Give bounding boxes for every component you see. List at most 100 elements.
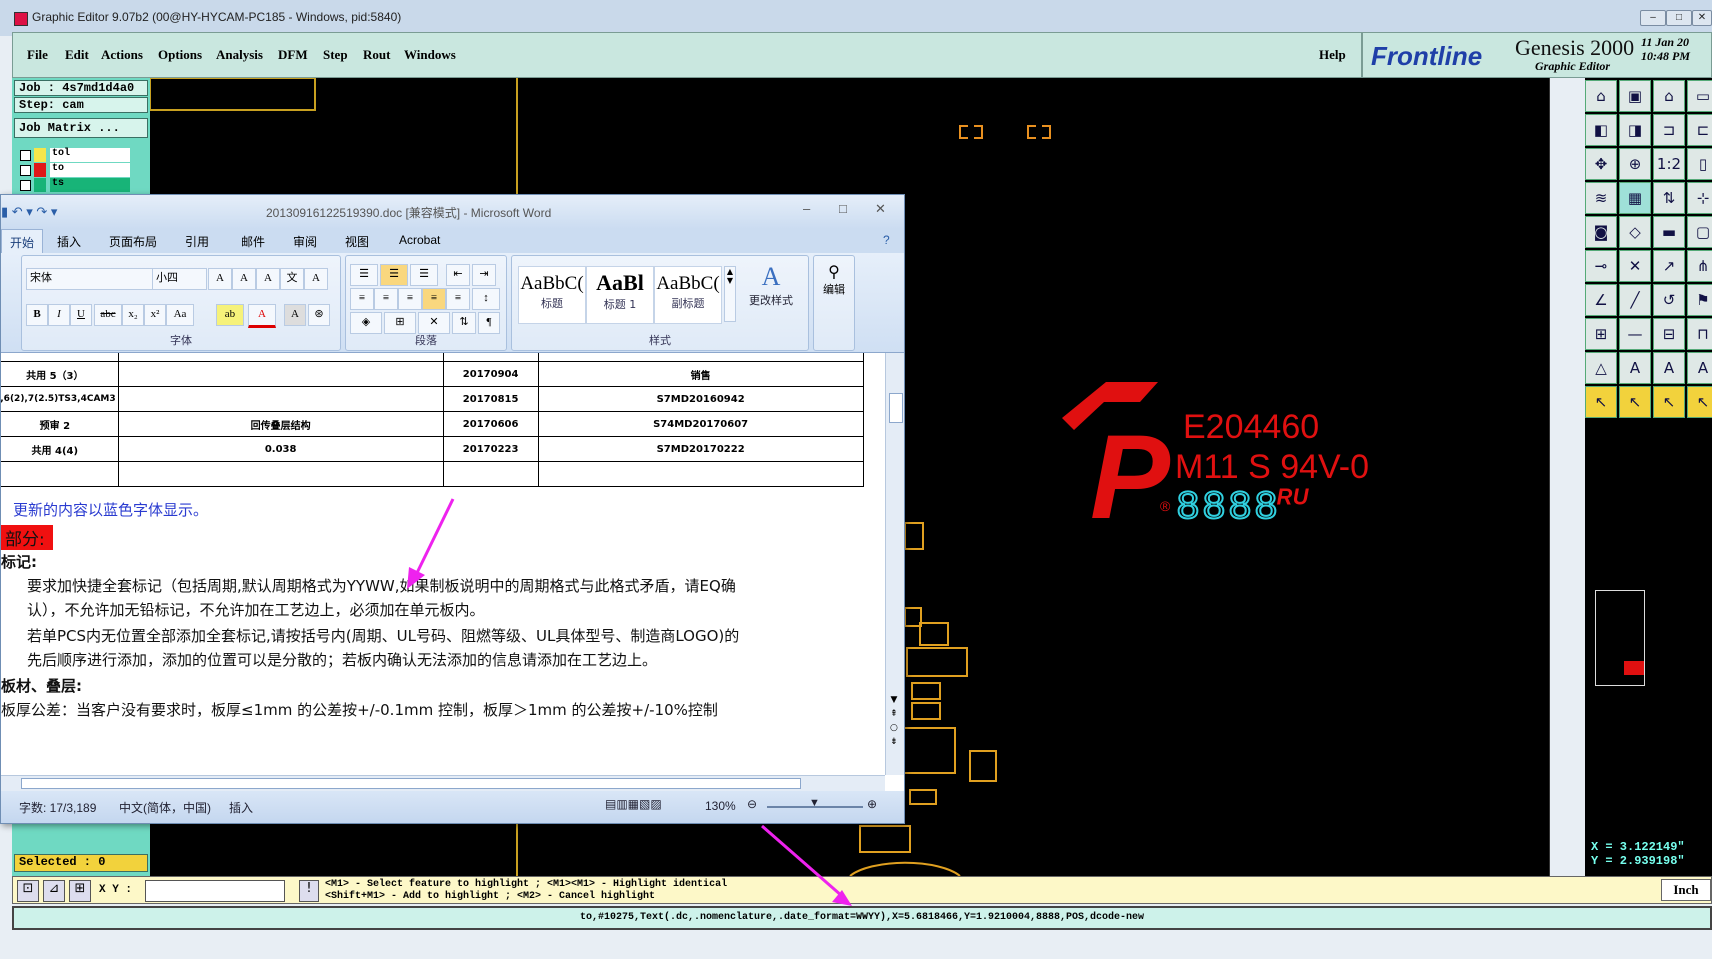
underline-icon[interactable]: U xyxy=(70,304,92,326)
tab-review[interactable]: 审阅 xyxy=(293,233,317,250)
decrease-indent-icon[interactable]: ⇤ xyxy=(446,264,470,286)
distribute-icon[interactable]: ≡ xyxy=(446,288,470,310)
borders-icon[interactable]: ⊞ xyxy=(384,312,416,334)
pointer-box-icon[interactable]: ↖ xyxy=(1653,386,1685,418)
style-title[interactable]: AaBbC(标题 xyxy=(518,266,586,324)
route-icon[interactable]: ↗ xyxy=(1653,250,1685,282)
shading-icon[interactable]: ◈ xyxy=(350,312,382,334)
char-border-icon[interactable]: A xyxy=(304,268,328,290)
document-area[interactable]: 共用 5（3） 20170904 销售 5,6(2),7(2.5)TS3,4CAM3… xyxy=(1,353,885,775)
clear-format-icon[interactable]: A xyxy=(256,268,280,290)
grid-icon[interactable]: ▦ xyxy=(1619,182,1651,214)
horizontal-scrollbar[interactable] xyxy=(1,775,885,791)
grid-snap-icon[interactable]: ⊞ xyxy=(69,880,91,902)
menu-help[interactable]: Help xyxy=(1319,47,1346,63)
arc-icon[interactable]: ↺ xyxy=(1653,284,1685,316)
char-shading-icon[interactable]: A xyxy=(284,304,306,326)
dimension-icon[interactable]: ⊟ xyxy=(1653,318,1685,350)
layer-checkbox[interactable] xyxy=(20,150,31,161)
close-button[interactable]: ✕ xyxy=(1692,10,1712,26)
minimize-button[interactable]: – xyxy=(1640,10,1666,26)
change-case-icon[interactable]: Aa xyxy=(166,304,194,326)
scroll-thumb[interactable] xyxy=(889,393,903,423)
show-marks-icon[interactable]: ¶ xyxy=(478,312,500,334)
panel-icon[interactable]: ▯ xyxy=(1687,148,1712,180)
xy-input[interactable] xyxy=(145,880,285,902)
flag-icon[interactable]: ⚑ xyxy=(1687,284,1712,316)
shrink-font-icon[interactable]: A xyxy=(232,268,256,290)
tab-view[interactable]: 视图 xyxy=(345,233,369,250)
ruler-icon[interactable]: ▬ xyxy=(1653,216,1685,248)
menu-step[interactable]: Step xyxy=(323,47,348,63)
tab-insert[interactable]: 插入 xyxy=(57,233,81,250)
measure-icon[interactable]: ⇅ xyxy=(1653,182,1685,214)
quick-access-toolbar[interactable]: ▮ ↶ ▾ ↷ ▾ xyxy=(1,204,57,220)
menu-file[interactable]: File xyxy=(27,47,48,63)
snap-icon[interactable]: ⊹ xyxy=(1687,182,1712,214)
chinese-layout-icon[interactable]: ✕ xyxy=(418,312,450,334)
zoom-out-icon[interactable]: ⊖ xyxy=(747,797,757,811)
menu-analysis[interactable]: Analysis xyxy=(216,47,263,63)
layers-icon[interactable]: ≋ xyxy=(1585,182,1617,214)
vertical-scrollbar[interactable]: ▼ ⇞ ○ ⇟ xyxy=(885,353,904,775)
numbering-icon[interactable]: ☰ xyxy=(380,264,408,286)
save-icon[interactable]: ▣ xyxy=(1619,80,1651,112)
tab-acrobat[interactable]: Acrobat xyxy=(399,233,440,247)
justify-icon[interactable]: ≡ xyxy=(422,288,446,310)
pointer-icon[interactable]: ↖ xyxy=(1585,386,1617,418)
font-color-icon[interactable]: A xyxy=(248,304,276,328)
menu-rout[interactable]: Rout xyxy=(363,47,390,63)
line-spacing-icon[interactable]: ↕ xyxy=(472,288,500,310)
subscript-icon[interactable]: x₂ xyxy=(122,304,144,326)
pan-left-icon[interactable]: ◧ xyxy=(1585,114,1617,146)
layer-row-tol[interactable]: tol xyxy=(18,148,130,162)
multilevel-icon[interactable]: ☰ xyxy=(410,264,438,286)
menu-dfm[interactable]: DFM xyxy=(278,47,308,63)
tab-layout[interactable]: 页面布局 xyxy=(109,233,157,250)
menu-windows[interactable]: Windows xyxy=(404,47,456,63)
bullets-icon[interactable]: ☰ xyxy=(350,264,378,286)
align-center-icon[interactable]: ≡ xyxy=(374,288,398,310)
text-edit-icon[interactable]: A xyxy=(1687,352,1712,384)
pan-right-icon[interactable]: ◨ xyxy=(1619,114,1651,146)
word-maximize-button[interactable]: □ xyxy=(839,201,847,216)
open-icon[interactable]: ⌂ xyxy=(1585,80,1617,112)
snap-icon[interactable]: ⊡ xyxy=(17,880,39,902)
align-right-icon[interactable]: ≡ xyxy=(398,288,422,310)
home-icon[interactable]: ⌂ xyxy=(1653,80,1685,112)
mark-icon[interactable]: ⊓ xyxy=(1687,318,1712,350)
enclose-char-icon[interactable]: ⊛ xyxy=(308,304,330,326)
triangle-a-icon[interactable]: A xyxy=(1619,352,1651,384)
overview-map[interactable] xyxy=(1595,590,1645,686)
language[interactable]: 中文(简体，中国) xyxy=(119,799,211,816)
insert-mode[interactable]: 插入 xyxy=(229,799,253,816)
view-buttons[interactable]: ▤▥▦▧▨ xyxy=(605,797,662,811)
menu-edit[interactable]: Edit xyxy=(65,47,89,63)
region-icon[interactable]: ▢ xyxy=(1687,216,1712,248)
align-left-icon[interactable]: ≡ xyxy=(350,288,374,310)
sort-icon[interactable]: ⇅ xyxy=(452,312,476,334)
layer-row-to[interactable]: to xyxy=(18,163,130,177)
select-pad-icon[interactable]: ◙ xyxy=(1585,216,1617,248)
hscroll-thumb[interactable] xyxy=(21,778,801,789)
phonetic-icon[interactable]: 文 xyxy=(280,268,304,290)
word-minimize-button[interactable]: – xyxy=(803,201,810,216)
zoom-in-icon[interactable]: ⊕ xyxy=(867,797,877,811)
layer-row-ts[interactable]: ts xyxy=(18,178,130,192)
strikethrough-icon[interactable]: abc xyxy=(94,304,122,326)
zoom-thumb[interactable]: ▼ xyxy=(809,797,820,809)
word-close-button[interactable]: ✕ xyxy=(875,201,886,217)
style-heading-1[interactable]: AaBl 标题 1 xyxy=(586,266,654,324)
window-icon[interactable]: ▭ xyxy=(1687,80,1712,112)
help-icon[interactable]: ? xyxy=(883,233,890,247)
menu-options[interactable]: Options xyxy=(158,47,202,63)
layer-checkbox[interactable] xyxy=(20,165,31,176)
pointer-select-icon[interactable]: ↖ xyxy=(1619,386,1651,418)
units-button[interactable]: Inch xyxy=(1661,879,1711,901)
measure-tool-icon[interactable]: ⊿ xyxy=(43,880,65,902)
frame-icon[interactable]: ⊏ xyxy=(1687,114,1712,146)
font-name-select[interactable]: 宋体 xyxy=(26,268,155,290)
minus-icon[interactable]: — xyxy=(1619,318,1651,350)
tab-references[interactable]: 引用 xyxy=(185,233,209,250)
layer-checkbox[interactable] xyxy=(20,180,31,191)
